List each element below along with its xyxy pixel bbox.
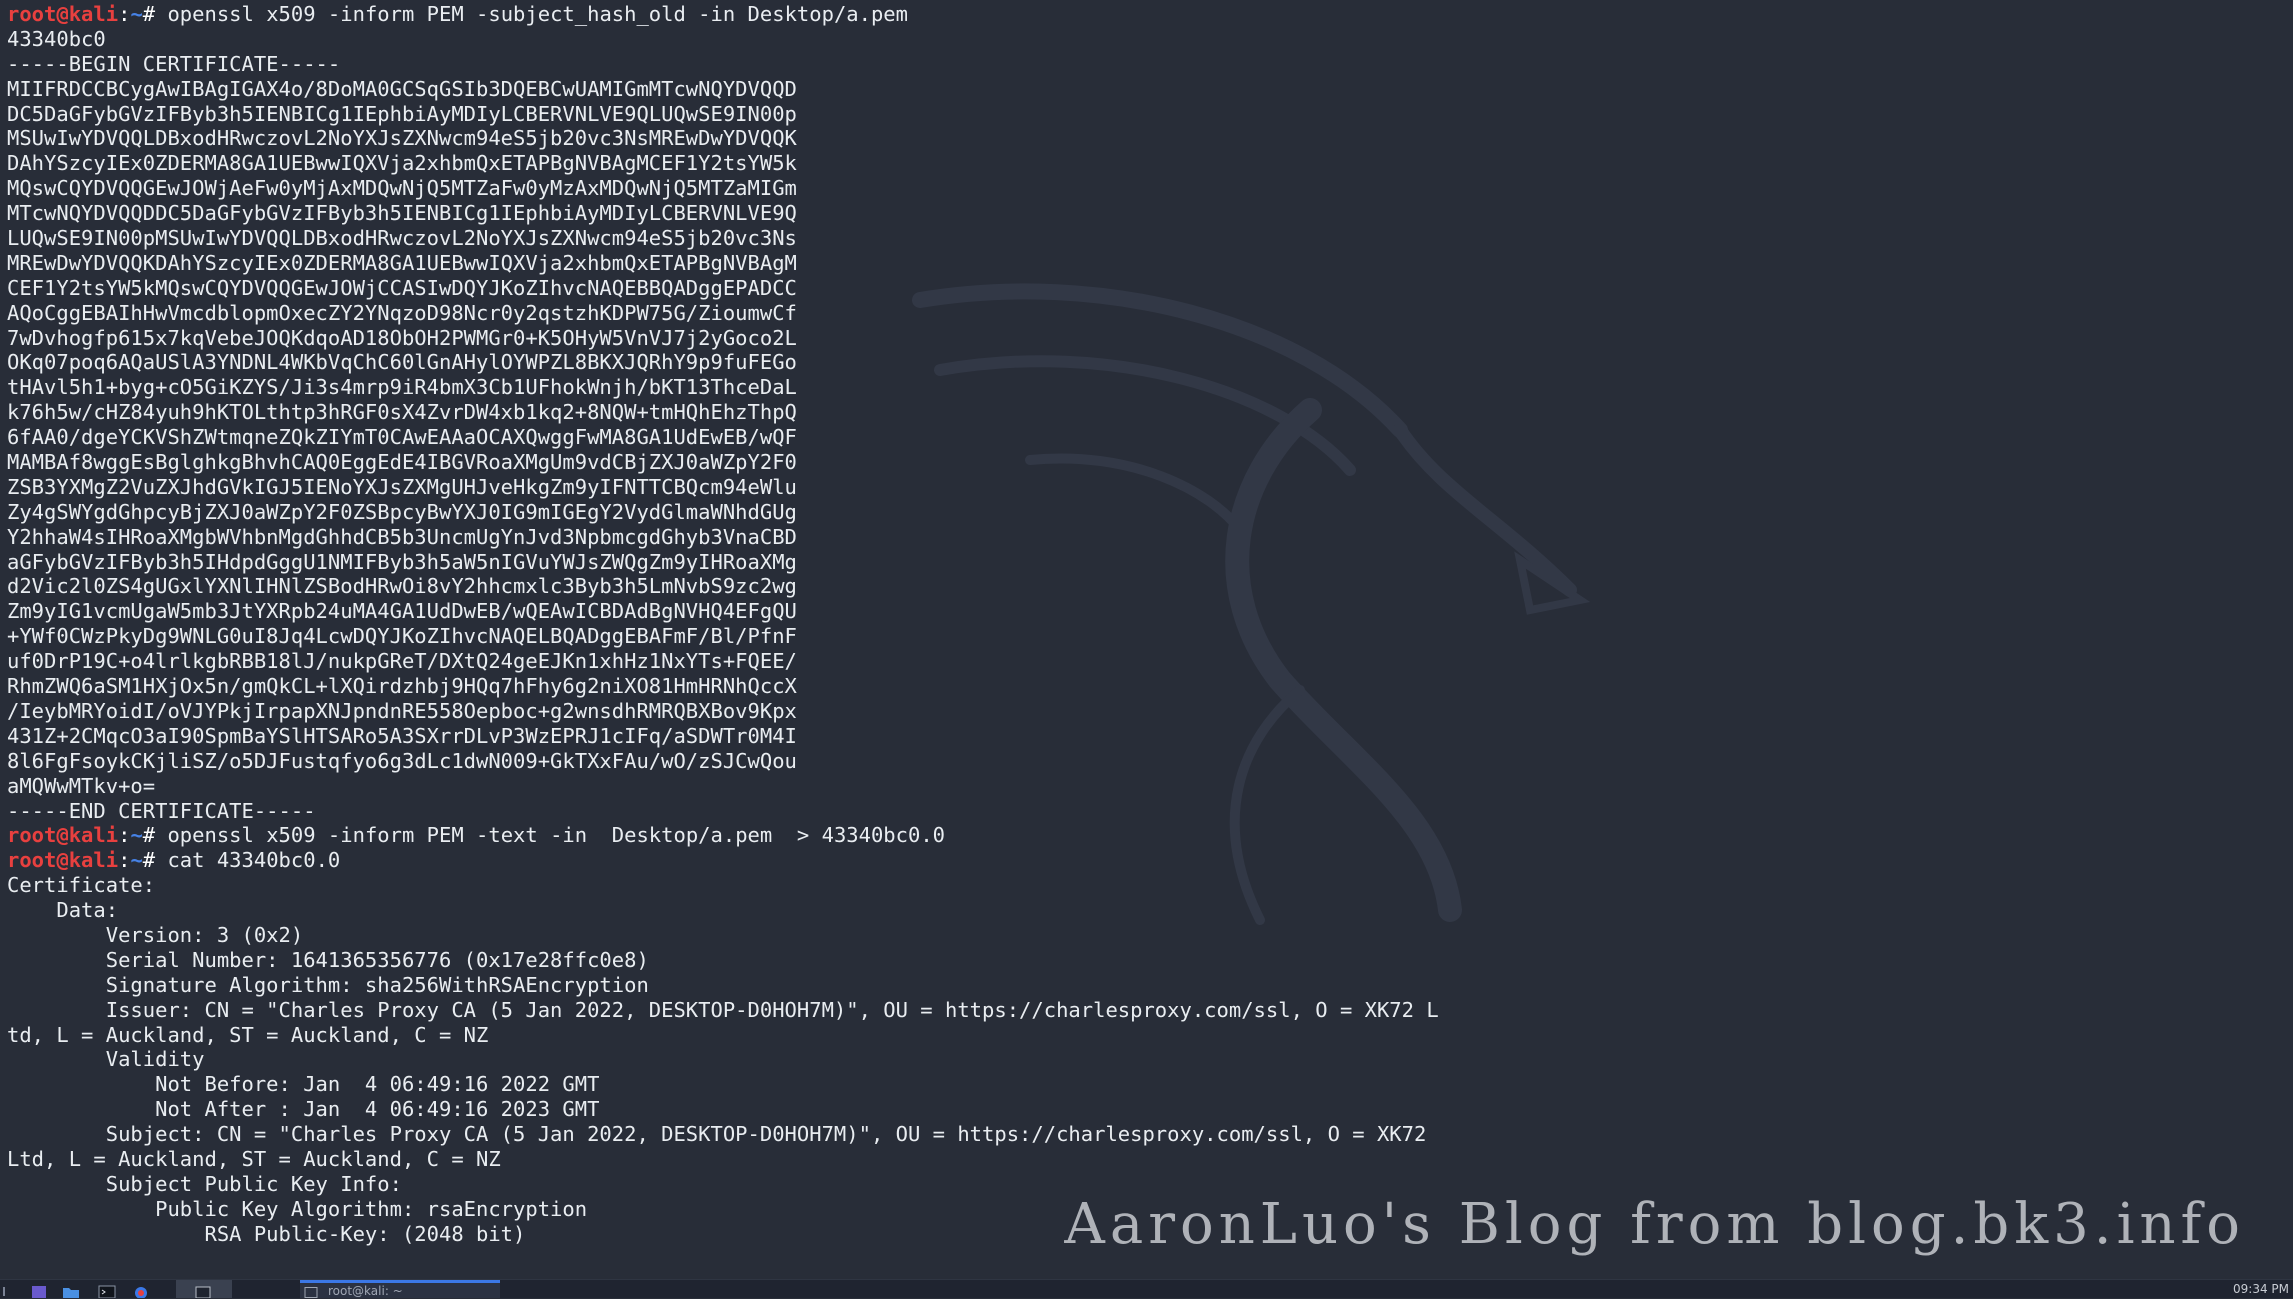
output-line: 8l6FgFsoykCKjliSZ/o5DJFustqfyo6g3dLc1dwN… bbox=[7, 748, 797, 773]
grid-icon[interactable] bbox=[2, 1285, 8, 1298]
folder-icon[interactable] bbox=[62, 1285, 80, 1298]
active-app-button[interactable] bbox=[176, 1280, 232, 1298]
output-line: Version: 3 (0x2) bbox=[7, 922, 304, 947]
output-line: DAhYSzcyIEx0ZDERMA8GA1UEBwwIQXVja2xhbmQx… bbox=[7, 151, 797, 176]
output-line: Zm9yIG1vcmUgaW5mb3JtYXRpb24uMA4GA1UdDwEB… bbox=[7, 599, 797, 624]
prompt-colon: : bbox=[118, 848, 131, 873]
clock: 09:34 PM bbox=[2233, 1282, 2289, 1296]
taskbar: root@kali: ~ 09:34 PM bbox=[0, 1279, 2293, 1298]
window-icon bbox=[195, 1286, 211, 1298]
output-line: AQoCggEBAIhHwVmcdblopmOxecZY2YNqzoD98Ncr… bbox=[7, 300, 797, 325]
command-text: openssl x509 -inform PEM -text -in Deskt… bbox=[167, 823, 946, 848]
output-line: Not Before: Jan 4 06:49:16 2022 GMT bbox=[7, 1072, 600, 1097]
command-line: root@kali:~# openssl x509 -inform PEM -t… bbox=[7, 823, 2277, 848]
prompt-path: ~ bbox=[130, 848, 143, 873]
output-line: Zy4gSWYgdGhpcyBjZXJ0aWZpY2F0ZSBpcyBwYXJ0… bbox=[7, 499, 797, 524]
output-line: k76h5w/cHZ84yuh9hKTOLthtp3hRGF0sX4ZvrDW4… bbox=[7, 400, 797, 425]
output-line: uf0DrP19C+o4lrlkgbRBB18lJ/nukpGReT/DXtQ2… bbox=[7, 649, 797, 674]
output-line: -----BEGIN CERTIFICATE----- bbox=[7, 51, 341, 76]
prompt-colon: : bbox=[118, 2, 131, 26]
output-line: MTcwNQYDVQQDDC5DaGFybGVzIFByb3h5IENBICg1… bbox=[7, 201, 797, 226]
output-line: Not After : Jan 4 06:49:16 2023 GMT bbox=[7, 1097, 600, 1122]
output-line: ZSB3YXMgZ2VuZXJhdGVkIGJ5IENoYXJsZXMgUHJv… bbox=[7, 474, 797, 499]
output-line: td, L = Auckland, ST = Auckland, C = NZ bbox=[7, 1022, 489, 1047]
output-line: Signature Algorithm: sha256WithRSAEncryp… bbox=[7, 972, 649, 997]
output-line: Ltd, L = Auckland, ST = Auckland, C = NZ bbox=[7, 1146, 501, 1171]
command-text: openssl x509 -inform PEM -subject_hash_o… bbox=[167, 2, 908, 26]
prompt-user: root@kali bbox=[7, 2, 119, 26]
output-line: MIIFRDCCBCygAwIBAgIGAX4o/8DoMA0GCSqGSIb3… bbox=[7, 76, 797, 101]
output-line: Subject: CN = "Charles Proxy CA (5 Jan 2… bbox=[7, 1122, 1427, 1147]
output-line: Data: bbox=[7, 898, 119, 923]
prompt-colon: : bbox=[118, 823, 131, 848]
output-line: Y2hhaW4sIHRoaXMgbWVhbnMgdGhhdCB5b3UncmUg… bbox=[7, 524, 797, 549]
output-line: Certificate: bbox=[7, 873, 156, 898]
browser-icon[interactable] bbox=[132, 1285, 150, 1298]
output-line: Serial Number: 1641365356776 (0x17e28ffc… bbox=[7, 947, 649, 972]
output-line: 43340bc0 bbox=[7, 26, 106, 51]
terminal-icon[interactable] bbox=[98, 1285, 116, 1298]
output-line: MQswCQYDVQQGEwJOWjAeFw0yMjAxMDQwNjQ5MTZa… bbox=[7, 176, 797, 201]
task-item-label: root@kali: ~ bbox=[328, 1284, 403, 1298]
command-line: root@kali:~# openssl x509 -inform PEM -s… bbox=[7, 2, 2277, 27]
output-line: 6fAA0/dgeYCKVShZWtmqneZQkZIYmT0CAwEAAaOC… bbox=[7, 425, 797, 450]
output-line: Validity bbox=[7, 1047, 205, 1072]
task-item-terminal[interactable]: root@kali: ~ bbox=[300, 1280, 500, 1298]
prompt-symbol: # bbox=[142, 2, 156, 26]
prompt-path: ~ bbox=[130, 2, 143, 26]
output-line: -----END CERTIFICATE----- bbox=[7, 798, 316, 823]
output-line: +YWf0CWzPkyDg9WNLG0uI8Jq4LcwDQYJKoZIhvcN… bbox=[7, 624, 797, 649]
output-line: DC5DaGFybGVzIFByb3h5IENBICg1IEphbiAyMDIy… bbox=[7, 101, 797, 126]
terminal-small-icon bbox=[304, 1287, 318, 1298]
output-line: tHAvl5h1+byg+cO5GiKZYS/Ji3s4mrp9iR4bmX3C… bbox=[7, 375, 797, 400]
output-line: RhmZWQ6aSM1HXjOx5n/gmQkCL+lXQirdzhbj9HQq… bbox=[7, 674, 797, 699]
prompt-user: root@kali bbox=[7, 823, 119, 848]
blog-watermark: AaronLuo's Blog from blog.bk3.info bbox=[1064, 1192, 2245, 1257]
prompt-symbol: # bbox=[142, 848, 156, 873]
output-line: /IeybMRYoidI/oVJYPkjIrpapXNJpndnRE558Oep… bbox=[7, 698, 797, 723]
command-line: root@kali:~# cat 43340bc0.0 bbox=[7, 848, 2277, 873]
terminal-output[interactable]: root@kali:~# openssl x509 -inform PEM -s… bbox=[7, 2, 2277, 1264]
output-line: 7wDvhogfp615x7kqVebeJOQKdqoAD18ObOH2PWMG… bbox=[7, 325, 797, 350]
output-line: MREwDwYDVQQKDAhYSzcyIEx0ZDERMA8GA1UEBwwI… bbox=[7, 250, 797, 275]
output-line: CEF1Y2tsYW5kMQswCQYDVQQGEwJOWjCCASIwDQYJ… bbox=[7, 275, 797, 300]
output-line: MAMBAf8wggEsBglghkgBhvhCAQ0EggEdE4IBGVRo… bbox=[7, 450, 797, 475]
output-line: aMQWwMTkv+o= bbox=[7, 773, 156, 798]
output-line: Issuer: CN = "Charles Proxy CA (5 Jan 20… bbox=[7, 997, 1439, 1022]
prompt-user: root@kali bbox=[7, 848, 119, 873]
output-line: OKq07poq6AQaUSlA3YNDNL4WKbVqChC60lGnAHyl… bbox=[7, 350, 797, 375]
output-line: d2Vic2l0ZS4gUGxlYXNlIHNlZSBodHRwOi8vY2hh… bbox=[7, 574, 797, 599]
prompt-symbol: # bbox=[142, 823, 156, 848]
prompt-path: ~ bbox=[130, 823, 143, 848]
output-line: aGFybGVzIFByb3h5IHdpdGggU1NMIFByb3h5aW5n… bbox=[7, 549, 797, 574]
workspace-icon[interactable] bbox=[30, 1285, 48, 1298]
output-line: 431Z+2CMqcO3aI90SpmBaYSlHTSARo5A3SXrrDLv… bbox=[7, 723, 797, 748]
output-line: LUQwSE9IN00pMSUwIwYDVQQLDBxodHRwczovL2No… bbox=[7, 226, 797, 251]
command-text: cat 43340bc0.0 bbox=[167, 848, 341, 873]
output-line: MSUwIwYDVQQLDBxodHRwczovL2NoYXJsZXNwcm94… bbox=[7, 126, 797, 151]
